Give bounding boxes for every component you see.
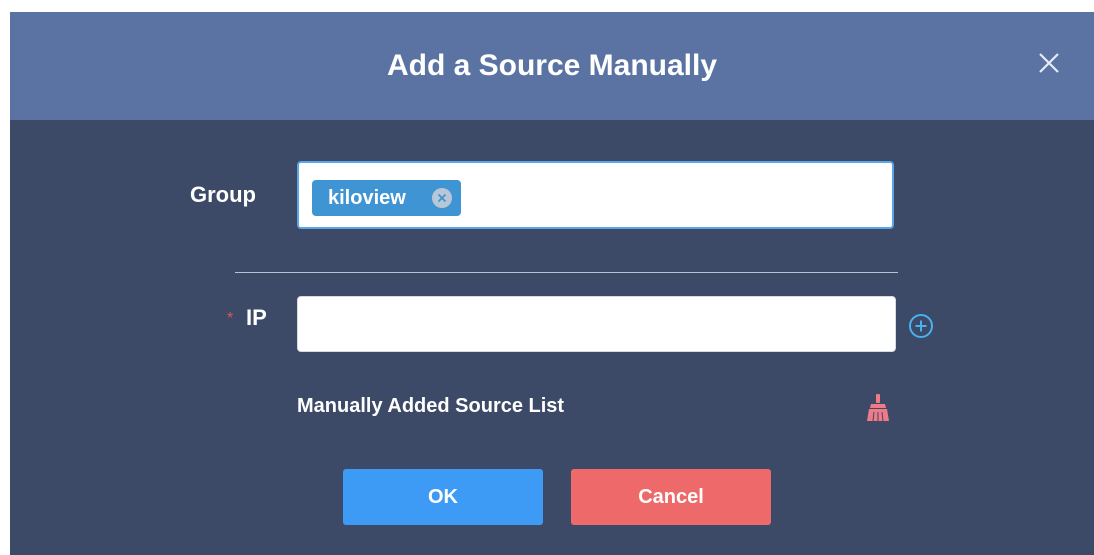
manual-source-list-title: Manually Added Source List <box>297 395 565 417</box>
cancel-button[interactable]: Cancel <box>571 469 771 525</box>
dialog-header: Add a Source Manually <box>10 12 1094 120</box>
ip-label: IP <box>246 305 267 330</box>
close-icon[interactable] <box>1036 50 1062 76</box>
dialog-title: Add a Source Manually <box>386 49 718 82</box>
group-tag-label: kiloview <box>328 187 406 209</box>
ip-input[interactable] <box>297 296 896 352</box>
group-tag: kiloview <box>312 180 461 216</box>
add-source-dialog: Add a Source Manually Group kiloview * I… <box>10 12 1094 555</box>
broom-icon[interactable] <box>866 393 890 423</box>
required-marker: * <box>227 310 234 327</box>
ok-button[interactable]: OK <box>343 469 543 525</box>
tag-remove-icon[interactable] <box>432 188 452 208</box>
form-divider <box>235 272 898 273</box>
group-select[interactable]: kiloview <box>297 161 894 229</box>
plus-circle-icon[interactable] <box>908 313 934 339</box>
group-label: Group <box>190 182 256 207</box>
